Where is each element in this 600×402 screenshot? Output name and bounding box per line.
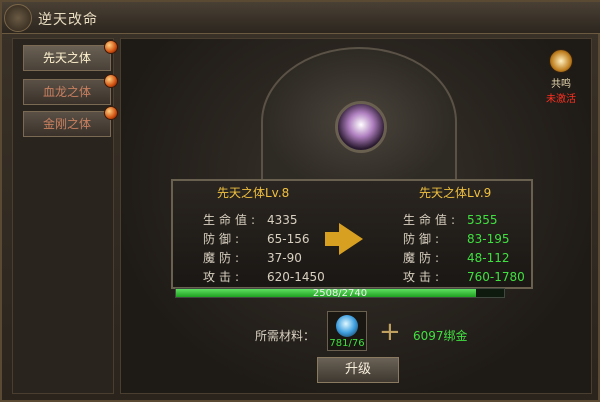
dragon-emblem-icon xyxy=(4,4,32,32)
current-level: 先天之体Lv.8 xyxy=(217,186,290,200)
tab-label: 血龙之体 xyxy=(42,85,91,99)
resonance-icon xyxy=(549,49,573,73)
stat-value: 760-1780 xyxy=(467,270,525,284)
spirit-gem-icon xyxy=(336,315,358,337)
stat-label: 防御: xyxy=(403,232,444,246)
stat-row: 攻击: 760-1780 xyxy=(403,268,525,287)
stat-label: 攻击: xyxy=(203,270,244,284)
progress-text: 2508/2740 xyxy=(312,288,368,299)
stat-row: 生命值: 4335 xyxy=(203,211,325,230)
stat-value: 620-1450 xyxy=(267,270,325,284)
stat-value: 4335 xyxy=(267,213,298,227)
stat-row: 魔防: 37-90 xyxy=(203,249,325,268)
tab-label: 金刚之体 xyxy=(42,117,91,131)
tab-xiantian[interactable]: 先天之体 xyxy=(23,40,118,71)
stat-row: 攻击: 620-1450 xyxy=(203,268,325,287)
stat-label: 生命值: xyxy=(403,213,460,227)
stat-label: 魔防: xyxy=(203,251,244,265)
dragon-seal-emblem xyxy=(261,47,457,197)
resonance-title: 共鸣 xyxy=(551,79,571,90)
tab-xuelong[interactable]: 血龙之体 xyxy=(23,74,118,105)
resonance-indicator[interactable]: 共鸣 未激活 xyxy=(541,49,581,105)
stat-label: 生命值: xyxy=(203,213,260,227)
next-level: 先天之体Lv.9 xyxy=(419,186,492,200)
stat-label: 魔防: xyxy=(403,251,444,265)
progress-bar: 2508/2740 xyxy=(175,288,505,299)
main-panel: 共鸣 未激活 先天之体Lv.8 先天之体Lv.9 生命值: 4335 防御: 65-… xyxy=(120,38,592,394)
gold-cost: 6097绑金 xyxy=(413,329,468,343)
orb-icon xyxy=(104,74,118,88)
stat-row: 生命值: 5355 xyxy=(403,211,525,230)
stat-label: 攻击: xyxy=(403,270,444,284)
orb-icon xyxy=(104,106,118,120)
game-window: 逆天改命 先天之体 血龙之体 金刚之体 共鸣 未激活 先天之体Lv.8 先天之体… xyxy=(0,0,600,402)
stat-value: 5355 xyxy=(467,213,498,227)
orb-core-icon xyxy=(335,101,387,153)
stat-value: 48-112 xyxy=(467,251,510,265)
next-stats: 生命值: 5355 防御: 83-195 魔防: 48-112 攻击: 760-1780 xyxy=(403,211,525,287)
window-title: 逆天改命 xyxy=(38,12,98,28)
stat-value: 83-195 xyxy=(467,232,510,246)
stat-value: 37-90 xyxy=(267,251,302,265)
stat-value: 65-156 xyxy=(267,232,310,246)
stat-row: 防御: 65-156 xyxy=(203,230,325,249)
material-count: 781/76 xyxy=(329,338,365,349)
plus-icon: + xyxy=(379,317,401,347)
tab-jingang[interactable]: 金刚之体 xyxy=(23,106,118,137)
orb-icon xyxy=(104,40,118,54)
title-bar: 逆天改命 xyxy=(2,2,600,34)
tab-label: 先天之体 xyxy=(42,51,91,65)
sidebar: 先天之体 血龙之体 金刚之体 xyxy=(12,38,118,394)
materials-label: 所需材料： xyxy=(255,329,316,343)
stat-row: 防御: 83-195 xyxy=(403,230,525,249)
stat-label: 防御: xyxy=(203,232,244,246)
material-slot[interactable]: 781/76 xyxy=(327,311,367,351)
stats-panel: 先天之体Lv.8 先天之体Lv.9 生命值: 4335 防御: 65-156 魔防:… xyxy=(171,179,533,289)
current-stats: 生命值: 4335 防御: 65-156 魔防: 37-90 攻击: 620-1450 xyxy=(203,211,325,287)
upgrade-button[interactable]: 升级 xyxy=(317,357,399,383)
arrow-right-icon xyxy=(339,223,363,255)
stat-row: 魔防: 48-112 xyxy=(403,249,525,268)
resonance-status: 未激活 xyxy=(546,94,576,105)
